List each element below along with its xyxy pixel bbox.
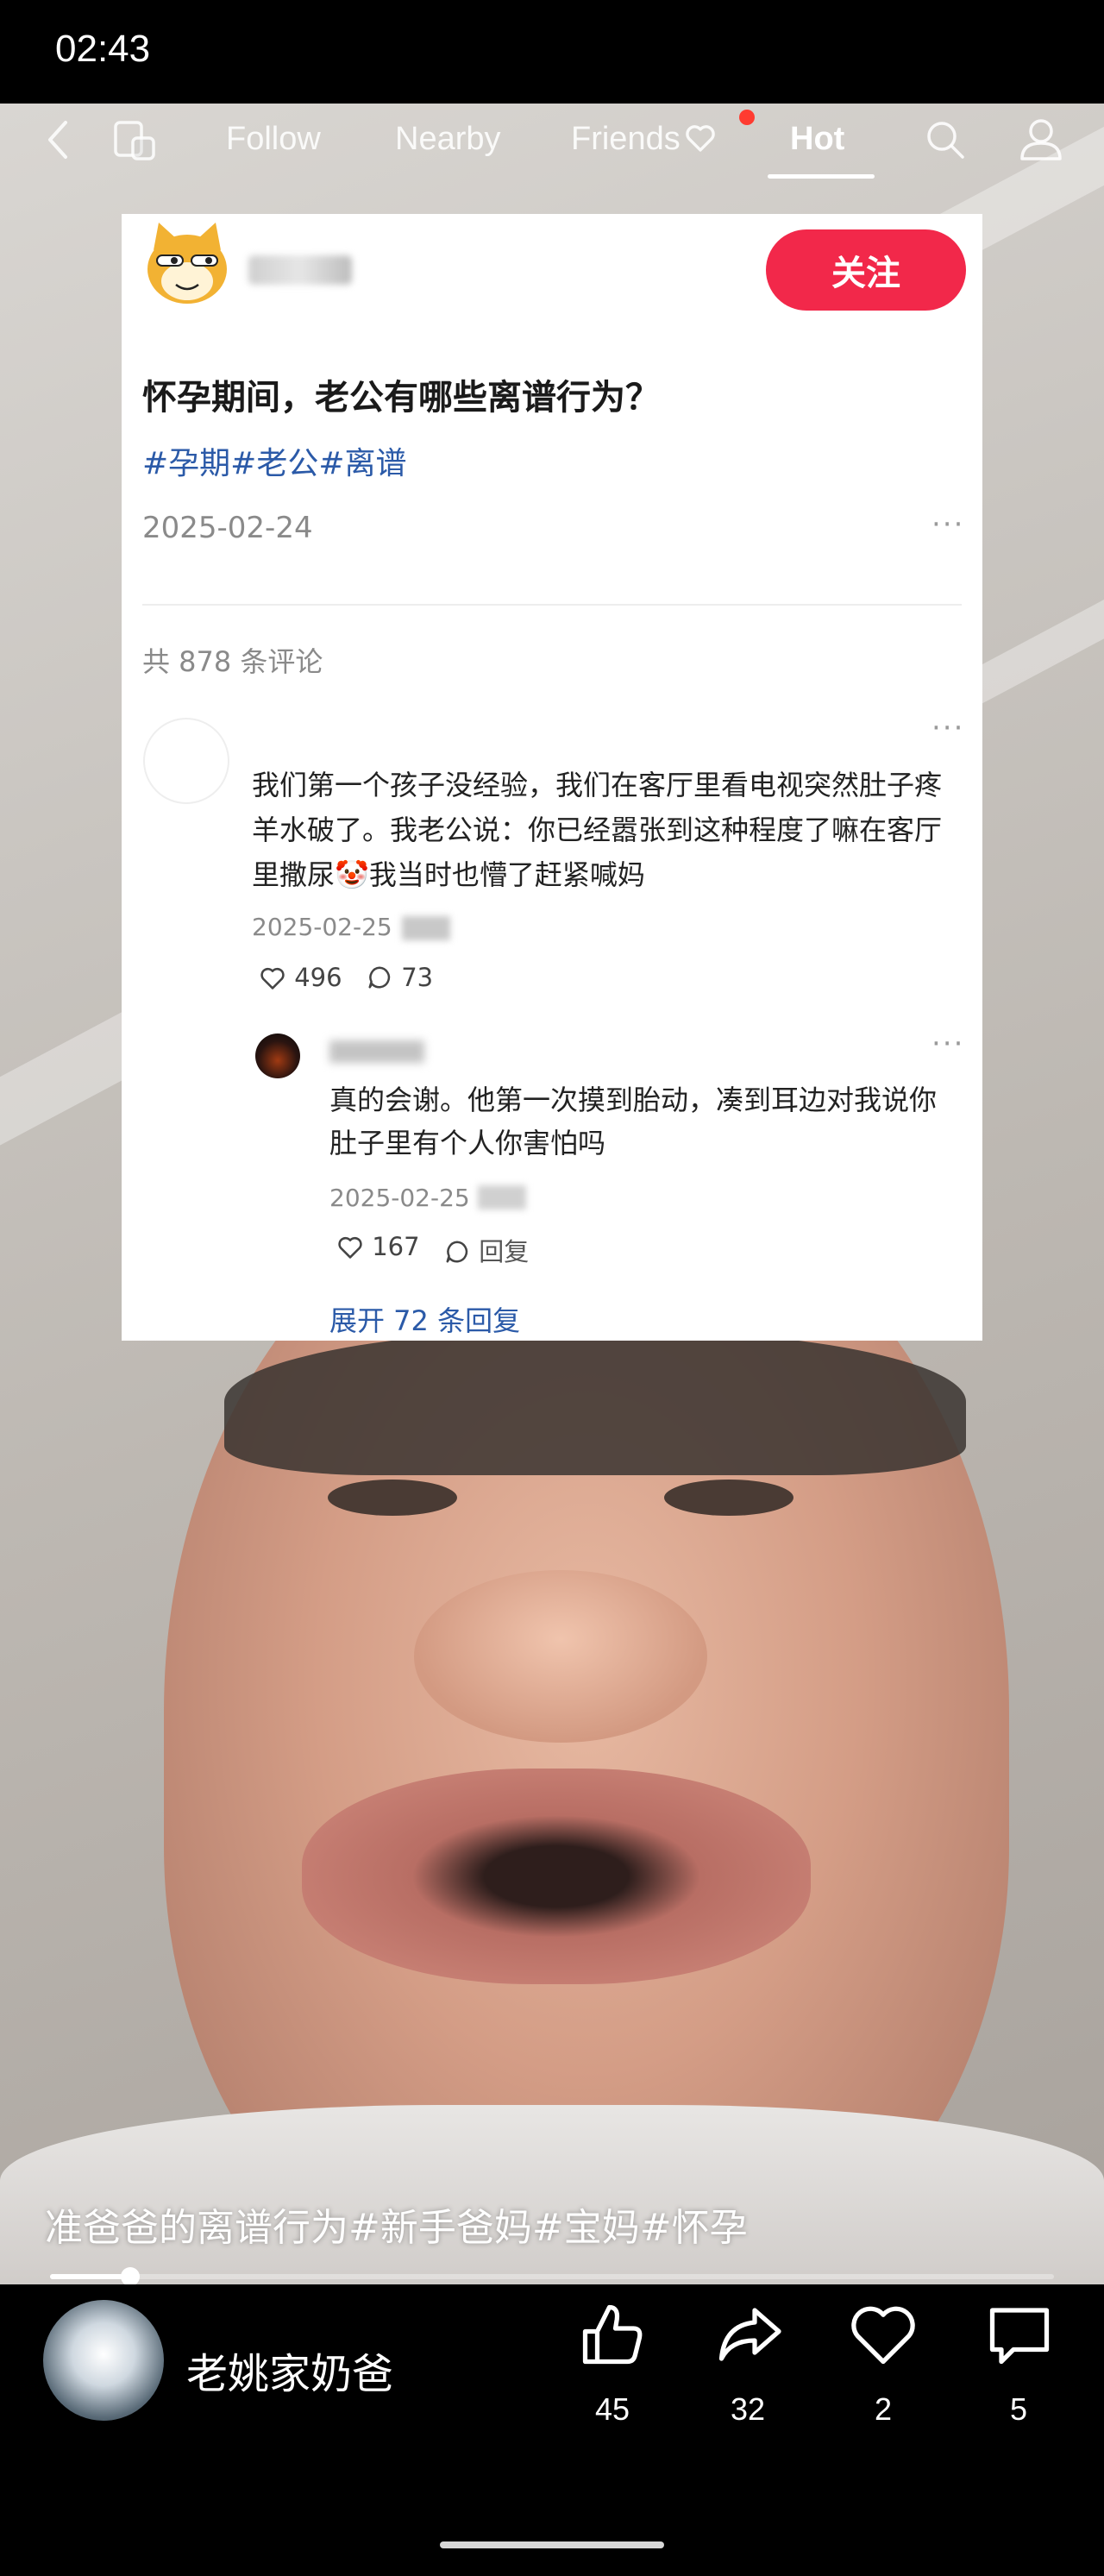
video-hair <box>224 1329 966 1475</box>
comment-reply-count: 73 <box>401 963 434 992</box>
thumbs-up-icon[interactable] <box>576 2298 649 2371</box>
divider <box>142 604 962 606</box>
video-lips <box>302 1769 811 1984</box>
video-nose <box>414 1570 707 1743</box>
reply-button[interactable]: 回复 <box>443 1232 529 1268</box>
tab-hot[interactable]: Hot <box>790 121 844 158</box>
reply-like-count: 167 <box>372 1232 420 1261</box>
progress-knob[interactable] <box>121 2267 141 2286</box>
reply-text: 真的会谢。他第一次摸到胎动，凑到耳边对我说你肚子里有个人你害怕吗 <box>329 1084 938 1159</box>
author-name[interactable]: 老姚家奶爸 <box>186 2340 393 2400</box>
tab-follow[interactable]: Follow <box>226 121 321 158</box>
comment-more-button[interactable]: ··· <box>932 711 964 745</box>
speech-bubble-icon <box>368 966 391 989</box>
search-icon[interactable] <box>923 117 968 162</box>
heart-outline-icon <box>338 1236 362 1259</box>
share-icon[interactable] <box>712 2298 785 2371</box>
tab-friends[interactable]: Friends <box>571 121 717 158</box>
post-username-blurred <box>248 255 352 285</box>
like-count: 45 <box>594 2391 630 2427</box>
home-indicator[interactable] <box>440 2541 664 2548</box>
progress-track[interactable] <box>50 2274 1054 2279</box>
comment-like-count: 496 <box>294 963 342 992</box>
comment-reply-button[interactable]: 73 <box>366 963 433 992</box>
active-tab-indicator <box>768 174 875 179</box>
comment-date: 2025-02-25 <box>252 913 392 941</box>
comment-icon[interactable] <box>983 2298 1056 2371</box>
bottom-bar <box>0 2284 1104 2576</box>
commenter-avatar[interactable] <box>143 718 229 804</box>
reply-location-blurred <box>478 1185 526 1209</box>
comment-count-action: 5 <box>1009 2391 1028 2427</box>
profile-icon[interactable] <box>1018 116 1064 164</box>
tab-friends-label: Friends <box>571 121 681 157</box>
multi-window-icon[interactable] <box>112 117 159 164</box>
comment-location-blurred <box>402 916 450 940</box>
reply-date: 2025-02-25 <box>329 1184 470 1212</box>
reply-avatar[interactable] <box>255 1034 300 1078</box>
more-options-button[interactable]: ··· <box>932 507 964 542</box>
status-time: 02:43 <box>55 28 151 70</box>
favorite-count: 2 <box>874 2391 893 2427</box>
follow-button[interactable]: 关注 <box>766 229 966 311</box>
post-title: 怀孕期间，老公有哪些离谱行为？ <box>142 378 660 418</box>
expand-replies-link[interactable]: 展开 72 条回复 <box>329 1299 520 1339</box>
comment-like-button[interactable]: 496 <box>259 963 342 992</box>
progress-fill <box>50 2274 131 2279</box>
reply-like-button[interactable]: 167 <box>336 1232 420 1261</box>
notification-dot <box>739 110 755 125</box>
post-date: 2025-02-24 <box>142 511 313 545</box>
reply-button-label: 回复 <box>479 1237 530 1266</box>
reply-username-blurred <box>329 1040 424 1063</box>
video-caption[interactable]: 准爸爸的离谱行为#新手爸妈#宝妈#怀孕 <box>45 2196 748 2252</box>
status-bar <box>0 0 1104 104</box>
comment-count: 共 878 条评论 <box>142 645 323 678</box>
reply-more-button[interactable]: ··· <box>932 1027 964 1061</box>
comment-text: 我们第一个孩子没经验，我们在客厅里看电视突然肚子疼羊水破了。我老公说：你已经嚣张… <box>252 769 943 891</box>
heart-outline-icon <box>686 125 715 152</box>
video-eye <box>328 1480 457 1516</box>
video-eye <box>664 1480 794 1516</box>
heart-favorite-icon[interactable] <box>847 2298 919 2371</box>
post-tags[interactable]: #孕期#老公#离谱 <box>142 438 407 483</box>
share-count: 32 <box>730 2391 766 2427</box>
author-avatar[interactable] <box>43 2300 164 2421</box>
cat-avatar-icon[interactable] <box>141 217 233 309</box>
speech-bubble-icon <box>446 1241 468 1263</box>
heart-outline-icon <box>260 967 285 990</box>
back-icon[interactable] <box>41 116 76 164</box>
tab-nearby[interactable]: Nearby <box>395 121 501 158</box>
